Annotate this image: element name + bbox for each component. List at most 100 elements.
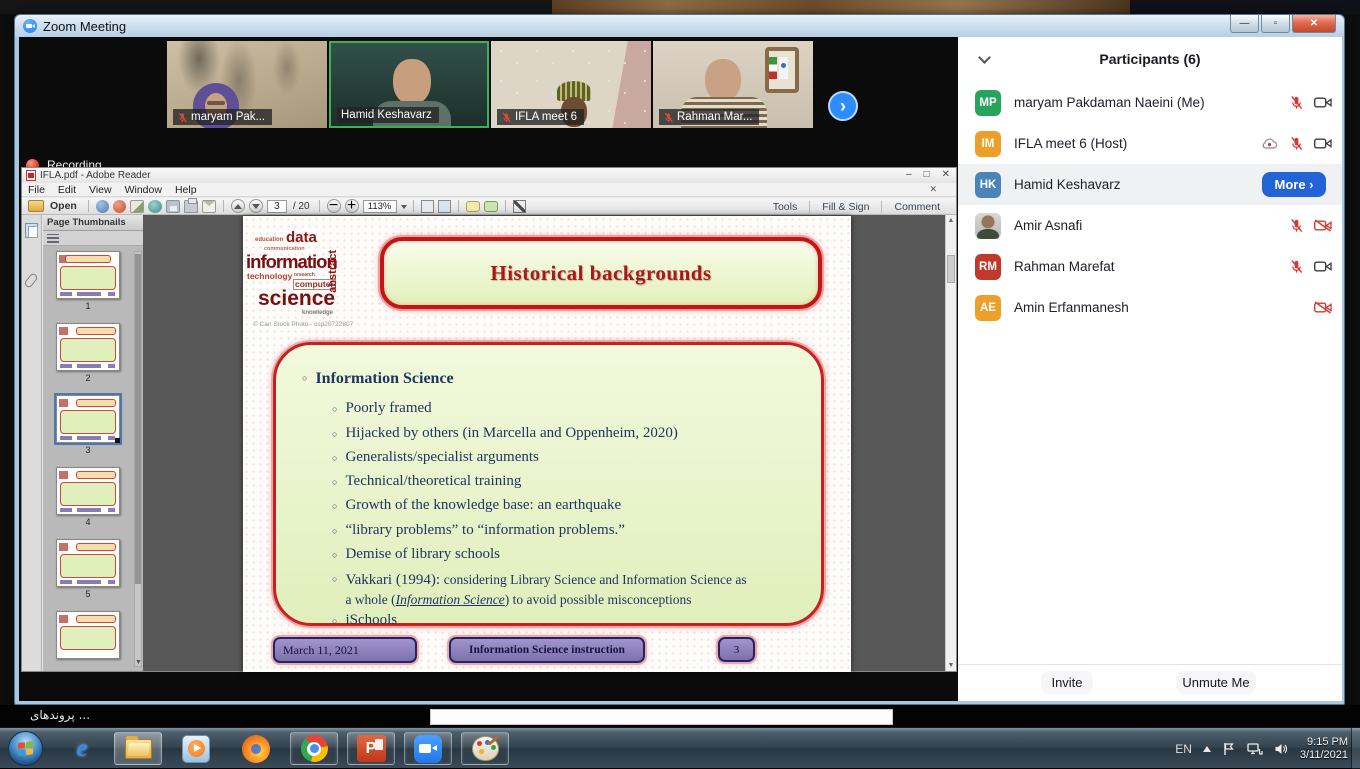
menu-edit[interactable]: Edit bbox=[58, 184, 76, 196]
sign-document-icon[interactable] bbox=[130, 200, 144, 213]
fit-page-icon[interactable] bbox=[438, 200, 451, 213]
scroll-mode-icon[interactable] bbox=[421, 200, 434, 213]
wordcloud-caption: © Can Stock Photo - csp20722807 bbox=[253, 321, 353, 328]
print-icon[interactable] bbox=[184, 200, 198, 213]
taskbar-chrome[interactable] bbox=[290, 732, 338, 765]
thumbnail-page-3-selected[interactable]: 3 bbox=[53, 395, 123, 455]
participant-row-ifla-host[interactable]: IM IFLA meet 6 (Host) bbox=[958, 123, 1332, 164]
thumbnail-page-4[interactable]: 4 bbox=[53, 467, 123, 527]
save-icon[interactable] bbox=[166, 200, 180, 213]
minimize-button[interactable]: — bbox=[1230, 15, 1259, 33]
web-convert-icon[interactable] bbox=[148, 200, 162, 213]
zoom-app-icon bbox=[23, 19, 37, 33]
taskbar-windows-explorer[interactable] bbox=[114, 732, 162, 765]
taskbar-powerpoint[interactable]: P bbox=[347, 732, 395, 765]
slide-content-box: ○Information Science ○Poorly framed ○Hij… bbox=[273, 342, 824, 626]
page-up-button[interactable] bbox=[231, 199, 245, 213]
video-tile-ifla[interactable]: IFLA meet 6 bbox=[491, 41, 651, 128]
camera-on-icon bbox=[1314, 137, 1332, 150]
restore-button[interactable]: ▫ bbox=[1261, 15, 1290, 33]
scrollbar-thumb[interactable] bbox=[947, 255, 955, 283]
thumbnail-page-1[interactable]: 1 bbox=[53, 251, 123, 311]
participant-row-amin[interactable]: AE Amin Erfanmanesh bbox=[958, 287, 1332, 328]
pdf-titlebar[interactable]: IFLA.pdf - Adobe Reader – □ ✕ bbox=[22, 168, 956, 183]
tools-pane-button[interactable]: Tools bbox=[761, 201, 810, 213]
unmute-me-button[interactable]: Unmute Me bbox=[1176, 671, 1256, 694]
menu-view[interactable]: View bbox=[89, 184, 112, 196]
participant-row-maryam[interactable]: MP maryam Pakdaman Naeini (Me) bbox=[958, 82, 1332, 123]
video-tile-hamid-active[interactable]: Hamid Keshavarz bbox=[329, 41, 489, 128]
pdf-minimize-button[interactable]: – bbox=[906, 169, 912, 180]
menu-file[interactable]: File bbox=[28, 184, 45, 196]
slide-footer-title: Information Science instruction bbox=[449, 637, 645, 663]
video-name-label: Hamid Keshavarz bbox=[337, 107, 439, 123]
menu-window[interactable]: Window bbox=[125, 184, 162, 196]
thumbnails-options-icon[interactable] bbox=[47, 234, 59, 243]
slide-title-box: Historical backgrounds bbox=[380, 237, 822, 309]
thumbnail-page-6[interactable] bbox=[53, 611, 123, 659]
chevron-down-icon[interactable] bbox=[978, 51, 991, 64]
invite-button[interactable]: Invite bbox=[1041, 671, 1093, 694]
page-thumbnails-icon[interactable] bbox=[25, 223, 38, 238]
taskbar-firefox[interactable] bbox=[232, 732, 280, 765]
close-button[interactable]: ✕ bbox=[1292, 15, 1336, 33]
open-button[interactable]: Open bbox=[50, 200, 77, 212]
scroll-down-icon[interactable]: ▼ bbox=[947, 662, 955, 669]
pdf-toolbar: Open 3 / 20 bbox=[22, 198, 956, 215]
firefox-icon bbox=[242, 735, 270, 763]
adobe-reader-window: IFLA.pdf - Adobe Reader – □ ✕ File Edit … bbox=[21, 167, 957, 672]
page-down-button[interactable] bbox=[249, 199, 263, 213]
taskbar: e P EN 9:15 PM 3/11/2021 bbox=[0, 727, 1360, 768]
action-center-flag-icon[interactable] bbox=[1222, 742, 1236, 756]
pdf-window-controls: – □ ✕ bbox=[906, 169, 950, 180]
avatar-photo bbox=[975, 213, 1001, 239]
thumbnail-page-2[interactable]: 2 bbox=[53, 323, 123, 383]
hidden-icons-arrow[interactable] bbox=[1203, 746, 1211, 752]
volume-icon[interactable] bbox=[1274, 742, 1289, 756]
participant-row-amir[interactable]: Amir Asnafi bbox=[958, 205, 1332, 246]
export-pdf-icon[interactable] bbox=[113, 200, 126, 213]
video-tile-rahman[interactable]: Rahman Mar... bbox=[653, 41, 813, 128]
thumbnails-scrollbar[interactable]: ▼ bbox=[134, 251, 142, 667]
email-icon[interactable] bbox=[202, 200, 216, 213]
open-folder-icon[interactable] bbox=[28, 200, 44, 212]
taskbar-paint[interactable] bbox=[461, 732, 509, 765]
video-tile-maryam[interactable]: maryam Pak... bbox=[167, 41, 327, 128]
start-button[interactable] bbox=[8, 731, 43, 766]
language-indicator[interactable]: EN bbox=[1175, 742, 1192, 756]
send-file-icon[interactable] bbox=[96, 200, 109, 213]
wordcloud-image: education data communication information… bbox=[246, 228, 341, 308]
show-desktop-button[interactable] bbox=[1351, 728, 1360, 769]
participant-row-rahman[interactable]: RM Rahman Marefat bbox=[958, 246, 1332, 287]
zoom-window-title: Zoom Meeting bbox=[43, 19, 126, 34]
thumbnail-page-5[interactable]: 5 bbox=[53, 539, 123, 599]
taskbar-zoom[interactable] bbox=[404, 732, 452, 765]
thumbnails-options-bar[interactable] bbox=[43, 231, 143, 246]
scroll-up-icon[interactable]: ▲ bbox=[947, 217, 955, 224]
page-number-input[interactable]: 3 bbox=[267, 200, 287, 213]
toolbar-close-icon[interactable]: ✕ bbox=[929, 184, 937, 195]
zoom-in-button[interactable]: + bbox=[345, 199, 359, 213]
fullscreen-icon[interactable] bbox=[513, 200, 526, 213]
network-icon[interactable] bbox=[1247, 742, 1263, 756]
notification-box bbox=[430, 709, 893, 725]
pdf-restore-button[interactable]: □ bbox=[924, 169, 930, 180]
more-button[interactable]: More › bbox=[1262, 172, 1326, 197]
menu-help[interactable]: Help bbox=[175, 184, 197, 196]
highlight-icon[interactable] bbox=[484, 201, 498, 212]
comment-pane-button[interactable]: Comment bbox=[881, 201, 952, 213]
taskbar-clock[interactable]: 9:15 PM 3/11/2021 bbox=[1300, 736, 1348, 762]
comment-bubble-icon[interactable] bbox=[466, 201, 480, 212]
taskbar-internet-explorer[interactable]: e bbox=[58, 732, 106, 765]
page-thumbnails-panel: Page Thumbnails 1 2 bbox=[43, 215, 143, 671]
taskbar-media-player[interactable] bbox=[172, 732, 220, 765]
pdf-close-button[interactable]: ✕ bbox=[942, 169, 950, 180]
zoom-out-button[interactable]: − bbox=[327, 199, 341, 213]
participant-row-hamid[interactable]: HK Hamid Keshavarz More › bbox=[958, 164, 1342, 205]
document-scrollbar[interactable]: ▲ ▼ bbox=[945, 215, 956, 671]
zoom-titlebar[interactable]: Zoom Meeting — ▫ ✕ bbox=[15, 15, 1344, 37]
zoom-level-dropdown[interactable]: 113% bbox=[363, 200, 397, 213]
fill-sign-pane-button[interactable]: Fill & Sign bbox=[809, 201, 881, 213]
attachments-icon[interactable] bbox=[23, 272, 39, 289]
next-videos-arrow-button[interactable]: › bbox=[828, 91, 858, 121]
